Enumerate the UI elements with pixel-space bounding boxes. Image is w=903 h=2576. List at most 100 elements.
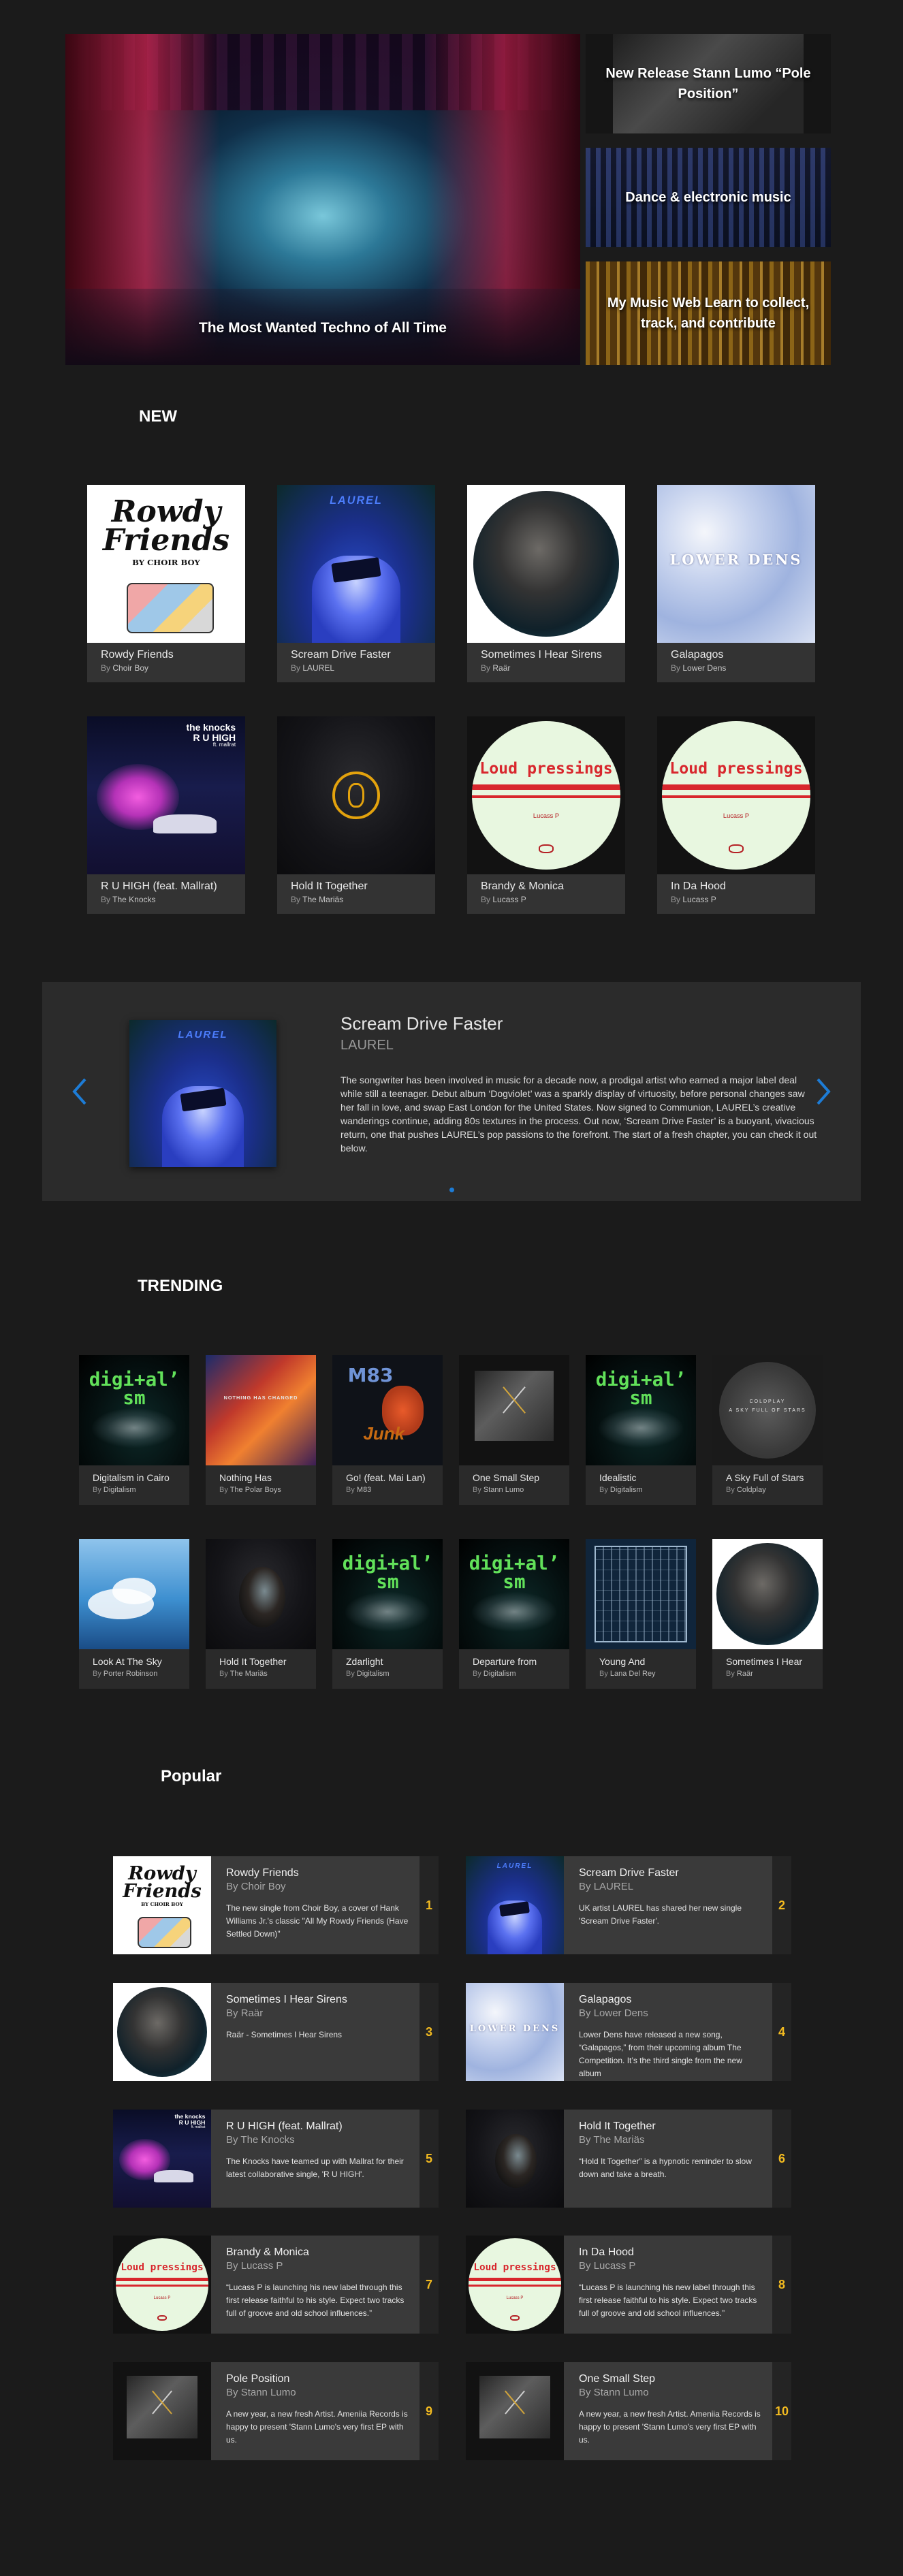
popular-cover[interactable]: LAUREL (466, 1856, 564, 1954)
popular-rank: 4 (772, 1983, 791, 2081)
popular-cover[interactable] (466, 2110, 564, 2208)
popular-row[interactable]: LOWER DENS Galapagos By Lower Dens Lower De… (466, 1983, 791, 2081)
hero-side-banner-2[interactable]: Dance & electronic music (586, 148, 831, 247)
by-label: By (726, 1486, 735, 1494)
album-title: In Da Hood (671, 880, 726, 892)
hero-side-banner-3[interactable]: My Music Web Learn to collect, track, an… (586, 261, 831, 365)
album-title: Sometimes I Hear Sirens (481, 649, 602, 661)
trending-card[interactable]: digi+al’ sm Departure from By Digitalism (459, 1539, 569, 1689)
trending-cover[interactable]: digi+al’ sm (586, 1355, 696, 1465)
trending-cover[interactable]: digi+al’ sm (332, 1539, 443, 1649)
album-artist: Lucass P (682, 895, 716, 904)
trending-artist: Porter Robinson (103, 1670, 158, 1678)
hero-main-banner[interactable]: The Most Wanted Techno of All Time (65, 34, 580, 365)
popular-cover[interactable]: Loud pressings Lucass P (466, 2236, 564, 2334)
popular-row[interactable]: Pole Position By Stann Lumo A new year, a … (113, 2362, 439, 2460)
album-card[interactable]: Hold It Together By The Mariäs (277, 716, 435, 914)
album-card[interactable]: LAUREL Scream Drive Faster By LAUREL (277, 485, 435, 682)
popular-row[interactable]: Loud pressings Lucass P In Da Hood By Lucas… (466, 2236, 791, 2334)
album-card[interactable]: the knocks R U HIGH ft. mallrat R U HIGH (f… (87, 716, 245, 914)
trending-card[interactable]: COLDPLAY A SKY FULL OF STARS A Sky Full of… (712, 1355, 823, 1505)
trending-card[interactable]: Sometimes I Hear By Raär (712, 1539, 823, 1689)
album-cover[interactable]: Rowdy Friends BY CHOIR BOY (87, 485, 245, 643)
popular-title: Sometimes I Hear Sirens (226, 1994, 347, 2005)
popular-row[interactable]: Loud pressings Lucass P Brandy & Monica By … (113, 2236, 439, 2334)
by-label: By (219, 1670, 228, 1678)
trending-card[interactable]: digi+al’ sm Idealistic By Digitalism (586, 1355, 696, 1505)
popular-artist: Choir Boy (240, 1881, 286, 1892)
album-card[interactable]: Rowdy Friends BY CHOIR BOY Rowdy Friends By … (87, 485, 245, 682)
carousel-prev-button[interactable] (65, 1075, 93, 1109)
album-cover[interactable]: LOWER DENS (657, 485, 815, 643)
trending-card[interactable]: digi+al’ sm Zdarlight By Digitalism (332, 1539, 443, 1689)
by-label: By (579, 2134, 591, 2146)
album-cover[interactable]: the knocks R U HIGH ft. mallrat (87, 716, 245, 874)
trending-card[interactable]: Look At The Sky By Porter Robinson (79, 1539, 189, 1689)
album-card[interactable]: Loud pressings Lucass P In Da Hood By Lucas… (657, 716, 815, 914)
trending-cover[interactable]: NOTHING HAS CHANGED (206, 1355, 316, 1465)
popular-cover[interactable] (466, 2362, 564, 2460)
popular-title: One Small Step (579, 2373, 656, 2385)
album-title: Scream Drive Faster (291, 649, 391, 661)
album-cover[interactable]: Loud pressings Lucass P (657, 716, 815, 874)
label-mini-logo (729, 844, 744, 853)
popular-row[interactable]: Rowdy Friends BY CHOIR BOY Rowdy Friends By … (113, 1856, 439, 1954)
trending-cover[interactable]: M83 Junk (332, 1355, 443, 1465)
album-card[interactable]: LOWER DENS Galapagos By Lower Dens (657, 485, 815, 682)
trending-cover[interactable]: digi+al’ sm (459, 1539, 569, 1649)
popular-row[interactable]: the knocks R U HIGH ft. mallrat R U HIGH (f… (113, 2110, 439, 2208)
trending-artist: Lana Del Rey (609, 1670, 656, 1678)
trending-card[interactable]: Young And By Lana Del Rey (586, 1539, 696, 1689)
trending-artist-line: By The Polar Boys (219, 1486, 309, 1494)
popular-row[interactable]: Sometimes I Hear Sirens By Raär Raär - Som… (113, 1983, 439, 2081)
popular-cover[interactable]: the knocks R U HIGH ft. mallrat (113, 2110, 211, 2208)
trending-cover[interactable] (712, 1539, 823, 1649)
trending-card[interactable]: digi+al’ sm Digitalism in Cairo By Digital… (79, 1355, 189, 1505)
abstract-wave (92, 1408, 176, 1448)
popular-info: Hold It Together By The Mariäs “Hold It To… (564, 2110, 772, 2208)
popular-cover[interactable]: LOWER DENS (466, 1983, 564, 2081)
popular-row[interactable]: LAUREL Scream Drive Faster By LAUREL UK art… (466, 1856, 791, 1954)
album-artist: Raär (492, 663, 511, 673)
carousel-next-button[interactable] (810, 1075, 838, 1109)
trending-card[interactable]: Hold It Together By The Mariäs (206, 1539, 316, 1689)
car-shape (153, 814, 217, 833)
album-card[interactable]: Loud pressings Lucass P Brandy & Monica By … (467, 716, 625, 914)
art-label-logo: Loud pressings (473, 2261, 556, 2273)
trending-card[interactable]: NOTHING HAS CHANGED Nothing Has By The Pol… (206, 1355, 316, 1505)
trending-artist-line: By Digitalism (346, 1670, 436, 1678)
featured-description: The songwriter has been involved in musi… (340, 1075, 817, 1154)
trending-cover[interactable] (79, 1539, 189, 1649)
album-card[interactable]: Sometimes I Hear Sirens By Raär (467, 485, 625, 682)
popular-rank: 2 (772, 1856, 791, 1954)
hero-side-banner-1[interactable]: New Release Stann Lumo “Pole Position” (586, 34, 831, 133)
album-cover[interactable]: Loud pressings Lucass P (467, 716, 625, 874)
popular-row[interactable]: Hold It Together By The Mariäs “Hold It To… (466, 2110, 791, 2208)
popular-artist-line: By The Knocks (226, 2134, 410, 2146)
popular-artist-line: By Raär (226, 2007, 410, 2019)
popular-cover[interactable]: Rowdy Friends BY CHOIR BOY (113, 1856, 211, 1954)
popular-cover[interactable] (113, 1983, 211, 2081)
carousel-dot-active[interactable] (449, 1188, 454, 1192)
popular-cover[interactable] (113, 2362, 211, 2460)
trending-card[interactable]: One Small Step By Stann Lumo (459, 1355, 569, 1505)
album-cover[interactable] (467, 485, 625, 643)
popular-cover[interactable]: Loud pressings Lucass P (113, 2236, 211, 2334)
trending-cover[interactable] (459, 1355, 569, 1465)
trending-title: Digitalism in Cairo (93, 1472, 170, 1483)
trending-card[interactable]: M83 Junk Go! (feat. Mai Lan) By M83 (332, 1355, 443, 1505)
art-digitalism-logo: digi+al’ sm (342, 1552, 433, 1593)
gold-ring-inner (347, 782, 365, 808)
popular-row[interactable]: One Small Step By Stann Lumo A new year, a… (466, 2362, 791, 2460)
trending-cover[interactable]: digi+al’ sm (79, 1355, 189, 1465)
trending-cover[interactable]: COLDPLAY A SKY FULL OF STARS (712, 1355, 823, 1465)
popular-info: Rowdy Friends By Choir Boy The new single … (211, 1856, 419, 1954)
trending-cover[interactable] (586, 1539, 696, 1649)
album-cover[interactable]: LAUREL (277, 485, 435, 643)
trending-artist: Raär (736, 1670, 753, 1678)
art-knocks-text: the knocks R U HIGH ft. mallrat (174, 2113, 205, 2129)
trending-artist-line: By Stann Lumo (473, 1486, 563, 1494)
album-cover[interactable] (277, 716, 435, 874)
featured-cover-image[interactable]: LAUREL (129, 1020, 276, 1167)
trending-cover[interactable] (206, 1539, 316, 1649)
